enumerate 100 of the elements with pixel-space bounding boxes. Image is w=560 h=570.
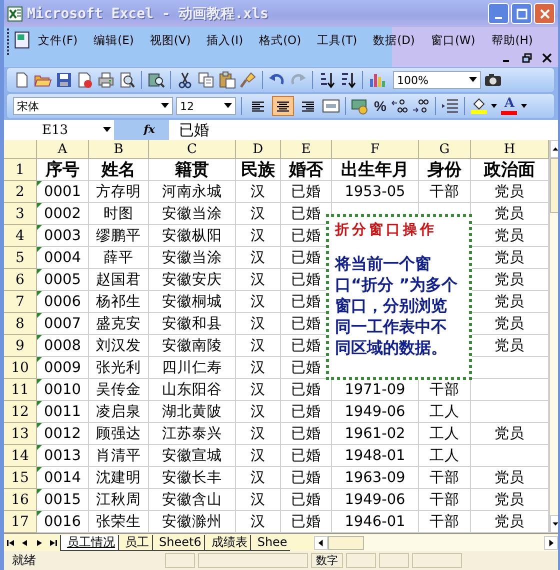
scroll-left-icon[interactable] <box>314 536 328 550</box>
horizontal-scrollbar[interactable] <box>314 534 558 550</box>
increase-decimal-icon[interactable] <box>391 97 410 115</box>
restore-icon[interactable] <box>522 53 532 63</box>
table-cell: 婚否 <box>281 159 332 181</box>
close-icon[interactable] <box>542 53 552 63</box>
table-cell: 籍贯 <box>149 159 236 181</box>
menu-item[interactable]: 编辑(E) <box>88 32 139 48</box>
scroll-right-icon[interactable] <box>544 536 558 550</box>
decrease-decimal-icon[interactable] <box>412 97 430 115</box>
row-header[interactable]: 6 <box>4 269 37 291</box>
font-field[interactable]: 宋体 <box>13 97 173 115</box>
caret-icon[interactable] <box>491 104 498 108</box>
column-header[interactable]: H <box>471 140 549 159</box>
percent-button[interactable]: % <box>372 98 388 114</box>
menu-item[interactable]: 插入(I) <box>202 32 248 48</box>
menu-item[interactable]: 文件(F) <box>33 32 83 48</box>
function-button[interactable]: fx <box>114 120 169 140</box>
column-header[interactable]: E <box>281 140 332 159</box>
column-header[interactable]: F <box>332 140 419 159</box>
scroll-up-icon[interactable] <box>550 140 558 158</box>
dropdown-arrow-icon[interactable] <box>103 127 111 133</box>
row-header[interactable]: 14 <box>4 445 37 467</box>
sort-ascending-icon[interactable] <box>318 71 336 89</box>
copy-icon[interactable] <box>197 71 215 89</box>
column-header[interactable]: G <box>419 140 471 159</box>
dropdown-arrow-icon[interactable] <box>224 103 232 109</box>
close-button[interactable] <box>534 3 555 24</box>
row-header[interactable]: 11 <box>4 379 37 401</box>
scroll-down-icon[interactable] <box>550 515 558 533</box>
row-header[interactable]: 3 <box>4 203 37 225</box>
table-cell: 杨祁生 <box>89 291 149 313</box>
chart-icon[interactable] <box>368 71 386 89</box>
spreadsheet-icon <box>7 6 23 22</box>
row-header[interactable]: 5 <box>4 247 37 269</box>
row-header[interactable]: 8 <box>4 313 37 335</box>
previous-sheet-icon[interactable] <box>20 538 30 548</box>
menu-item[interactable]: 窗口(W) <box>426 32 480 48</box>
save-icon[interactable] <box>55 71 73 89</box>
row-header[interactable]: 9 <box>4 335 37 357</box>
row-header[interactable]: 10 <box>4 357 37 379</box>
book-icon[interactable] <box>147 71 165 89</box>
scissors-icon[interactable] <box>176 71 194 89</box>
error-indicator-icon <box>37 489 42 494</box>
table-cell: 顾强达 <box>89 423 149 445</box>
scroll-thumb[interactable] <box>328 536 364 550</box>
row-header[interactable]: 7 <box>4 291 37 313</box>
printer-icon[interactable] <box>97 71 115 89</box>
column-header[interactable]: A <box>37 140 89 159</box>
first-sheet-icon[interactable] <box>6 538 16 548</box>
merge-cells-icon[interactable] <box>322 97 340 115</box>
camera-icon[interactable] <box>484 71 502 89</box>
row-header[interactable]: 12 <box>4 401 37 423</box>
row-header[interactable]: 2 <box>4 181 37 203</box>
table-cell: 刘汉发 <box>89 335 149 357</box>
last-sheet-icon[interactable] <box>48 538 58 548</box>
menu-item[interactable]: 工具(T) <box>312 32 362 48</box>
font-color-button[interactable]: A <box>500 97 518 115</box>
font-size-field[interactable]: 12 <box>176 97 236 115</box>
currency-icon[interactable] <box>351 97 369 115</box>
paste-icon[interactable] <box>218 71 236 89</box>
row-header[interactable]: 1 <box>4 159 37 181</box>
table-cell: 赵国君 <box>89 269 149 291</box>
menu-item[interactable]: 数据(D) <box>368 32 420 48</box>
indent-icon[interactable] <box>441 97 460 115</box>
menu-item[interactable]: 视图(V) <box>144 32 196 48</box>
row-header[interactable]: 13 <box>4 423 37 445</box>
brush-icon[interactable] <box>239 71 257 89</box>
print-preview-icon[interactable] <box>118 71 136 89</box>
zoom-field[interactable]: 100% <box>393 71 481 89</box>
sheet-tab[interactable]: 员工情况 <box>60 534 118 550</box>
fill-color-button[interactable] <box>470 98 488 114</box>
dropdown-arrow-icon[interactable] <box>161 103 169 109</box>
callout-text: 将当前一个窗口“折分 ”为多个窗口，分别浏览同一工作表中不同区域的数据。 <box>335 253 459 358</box>
error-indicator-icon <box>37 203 42 208</box>
table-cell: 汉 <box>236 181 281 203</box>
sort-descending-icon[interactable] <box>339 71 357 89</box>
dropdown-arrow-icon[interactable] <box>469 77 477 83</box>
menu-item[interactable]: 帮助(H) <box>486 32 538 48</box>
column-header[interactable]: C <box>149 140 236 159</box>
column-header[interactable]: B <box>89 140 149 159</box>
column-header[interactable]: D <box>236 140 281 159</box>
minimize-button[interactable] <box>488 3 509 24</box>
row-header[interactable]: 15 <box>4 467 37 489</box>
formula-field[interactable]: 已婚 <box>169 120 209 140</box>
permission-icon[interactable] <box>76 71 94 89</box>
table-cell: 0005 <box>37 269 89 291</box>
table-cell: 已婚 <box>281 489 332 511</box>
menu-item[interactable]: 格式(O) <box>254 32 306 48</box>
table-cell: 汉 <box>236 269 281 291</box>
align-center-button[interactable] <box>272 96 294 116</box>
caret-icon[interactable] <box>521 104 528 108</box>
row-header[interactable]: 17 <box>4 511 37 533</box>
error-indicator-icon <box>37 357 42 362</box>
next-sheet-icon[interactable] <box>34 538 44 548</box>
maximize-button[interactable] <box>511 3 532 24</box>
error-indicator-icon <box>37 181 42 186</box>
row-header[interactable]: 4 <box>4 225 37 247</box>
row-header[interactable]: 16 <box>4 489 37 511</box>
status-panel <box>379 553 409 568</box>
